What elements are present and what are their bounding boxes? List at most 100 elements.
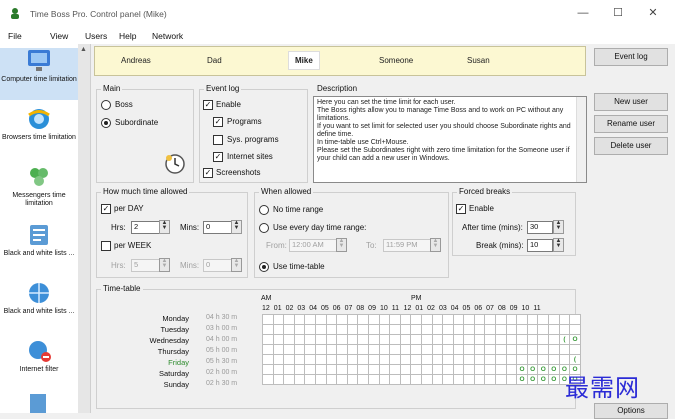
timetable-cell[interactable] — [314, 364, 327, 375]
timetable-cell[interactable] — [357, 364, 369, 375]
timetable-cell[interactable] — [442, 364, 454, 375]
timetable-cell[interactable] — [452, 324, 465, 335]
timetable-cell[interactable] — [325, 354, 338, 365]
event-log-button[interactable]: Event log — [594, 48, 668, 66]
maximize-button[interactable]: ☐ — [607, 4, 629, 22]
day-mins-input[interactable]: 0 — [203, 221, 233, 234]
minimize-button[interactable]: — — [572, 4, 594, 22]
timetable-cell[interactable] — [389, 324, 401, 335]
timetable-cell[interactable] — [558, 324, 571, 335]
timetable-cell[interactable] — [283, 374, 295, 385]
timetable-cell[interactable] — [304, 354, 316, 365]
timetable-cell[interactable] — [558, 354, 571, 365]
timetable-cell[interactable] — [367, 334, 380, 345]
menu-users[interactable]: Users — [85, 31, 107, 41]
timetable-cell[interactable] — [367, 344, 380, 355]
timetable-grid[interactable]: (O(O O O O O O O O O O O O — [262, 314, 581, 385]
timetable-cell[interactable] — [505, 344, 518, 355]
timetable-cell[interactable] — [399, 314, 412, 325]
timetable-cell[interactable] — [537, 334, 550, 345]
timetable-cell[interactable] — [293, 344, 306, 355]
timetable-cell[interactable] — [410, 334, 422, 345]
timetable-cell[interactable] — [357, 334, 369, 345]
timetable-cell[interactable] — [420, 374, 433, 385]
timetable-cell[interactable] — [505, 314, 518, 325]
timetable-cell[interactable] — [272, 344, 285, 355]
timetable-cell[interactable] — [325, 364, 338, 375]
timetable-cell[interactable] — [304, 364, 316, 375]
timetable-cell[interactable] — [558, 314, 571, 325]
timetable-cell[interactable] — [262, 364, 274, 375]
timetable-cell[interactable] — [367, 364, 380, 375]
timetable-row[interactable]: OOOOOO — [262, 374, 581, 385]
timetable-cell[interactable] — [262, 344, 274, 355]
timetable-cell[interactable] — [484, 324, 497, 335]
timetable-cell-allowed[interactable]: O — [537, 364, 550, 375]
timetable-cell[interactable] — [389, 364, 401, 375]
timetable-cell[interactable] — [442, 344, 454, 355]
to-time-input[interactable]: 11:59 PM — [383, 239, 431, 252]
timetable-cell[interactable] — [463, 374, 475, 385]
timetable-row[interactable]: OOOOOO — [262, 364, 581, 375]
timetable-cell[interactable] — [293, 334, 306, 345]
timetable-cell[interactable] — [314, 314, 327, 325]
timetable-cell[interactable] — [495, 344, 507, 355]
timetable-cell[interactable] — [484, 314, 497, 325]
timetable-cell[interactable] — [548, 324, 560, 335]
timetable-cell[interactable] — [473, 364, 486, 375]
timetable-cell[interactable] — [452, 334, 465, 345]
timetable-cell-allowed[interactable]: O — [537, 374, 550, 385]
timetable-cell[interactable] — [410, 314, 422, 325]
delete-user-button[interactable]: Delete user — [594, 137, 668, 155]
timetable-cell[interactable] — [378, 374, 391, 385]
timetable-cell[interactable] — [410, 344, 422, 355]
timetable-cell[interactable] — [293, 314, 306, 325]
timetable-cell-allowed[interactable]: O — [548, 374, 560, 385]
timetable-cell[interactable] — [484, 344, 497, 355]
per-day-checkbox[interactable]: ✓ — [101, 204, 111, 214]
timetable-cell[interactable] — [325, 324, 338, 335]
timetable-cell[interactable] — [473, 374, 486, 385]
timetable-cell[interactable] — [262, 314, 274, 325]
new-user-button[interactable]: New user — [594, 93, 668, 111]
timetable-cell[interactable] — [283, 314, 295, 325]
timetable-cell[interactable] — [505, 354, 518, 365]
timetable-cell[interactable] — [336, 314, 348, 325]
timetable-cell[interactable] — [473, 334, 486, 345]
programs-checkbox[interactable]: ✓ — [213, 117, 223, 127]
timetable-cell[interactable] — [346, 374, 359, 385]
timetable-cell[interactable] — [357, 314, 369, 325]
timetable-cell[interactable] — [442, 354, 454, 365]
timetable-cell[interactable] — [262, 374, 274, 385]
timetable-cell[interactable] — [516, 314, 528, 325]
to-time-spinner[interactable]: ▲ ▼ — [430, 238, 441, 252]
timetable-cell[interactable] — [357, 374, 369, 385]
timetable-cell[interactable] — [314, 354, 327, 365]
timetable-cell[interactable] — [336, 354, 348, 365]
break-input[interactable]: 10 — [527, 239, 553, 252]
timetable-cell[interactable] — [399, 364, 412, 375]
timetable-cell[interactable] — [431, 334, 444, 345]
timetable-cell[interactable] — [325, 314, 338, 325]
timetable-cell[interactable] — [357, 324, 369, 335]
timetable-cell[interactable] — [516, 324, 528, 335]
break-spinner[interactable]: ▲ ▼ — [553, 238, 564, 252]
timetable-cell[interactable] — [516, 344, 528, 355]
timetable-cell[interactable] — [262, 334, 274, 345]
timetable-cell[interactable] — [526, 314, 539, 325]
timetable-cell[interactable] — [463, 334, 475, 345]
timetable-cell[interactable] — [431, 354, 444, 365]
timetable-cell[interactable] — [399, 354, 412, 365]
timetable-cell[interactable] — [548, 334, 560, 345]
timetable-cell[interactable] — [336, 364, 348, 375]
timetable-cell[interactable] — [410, 354, 422, 365]
timetable-cell[interactable] — [389, 344, 401, 355]
timetable-cell[interactable] — [484, 354, 497, 365]
timetable-cell[interactable] — [399, 344, 412, 355]
timetable-cell[interactable] — [346, 314, 359, 325]
menu-view[interactable]: View — [50, 31, 68, 41]
timetable-cell[interactable] — [495, 334, 507, 345]
timetable-cell[interactable] — [442, 324, 454, 335]
timetable-row[interactable] — [262, 314, 581, 325]
timetable-cell[interactable] — [304, 334, 316, 345]
